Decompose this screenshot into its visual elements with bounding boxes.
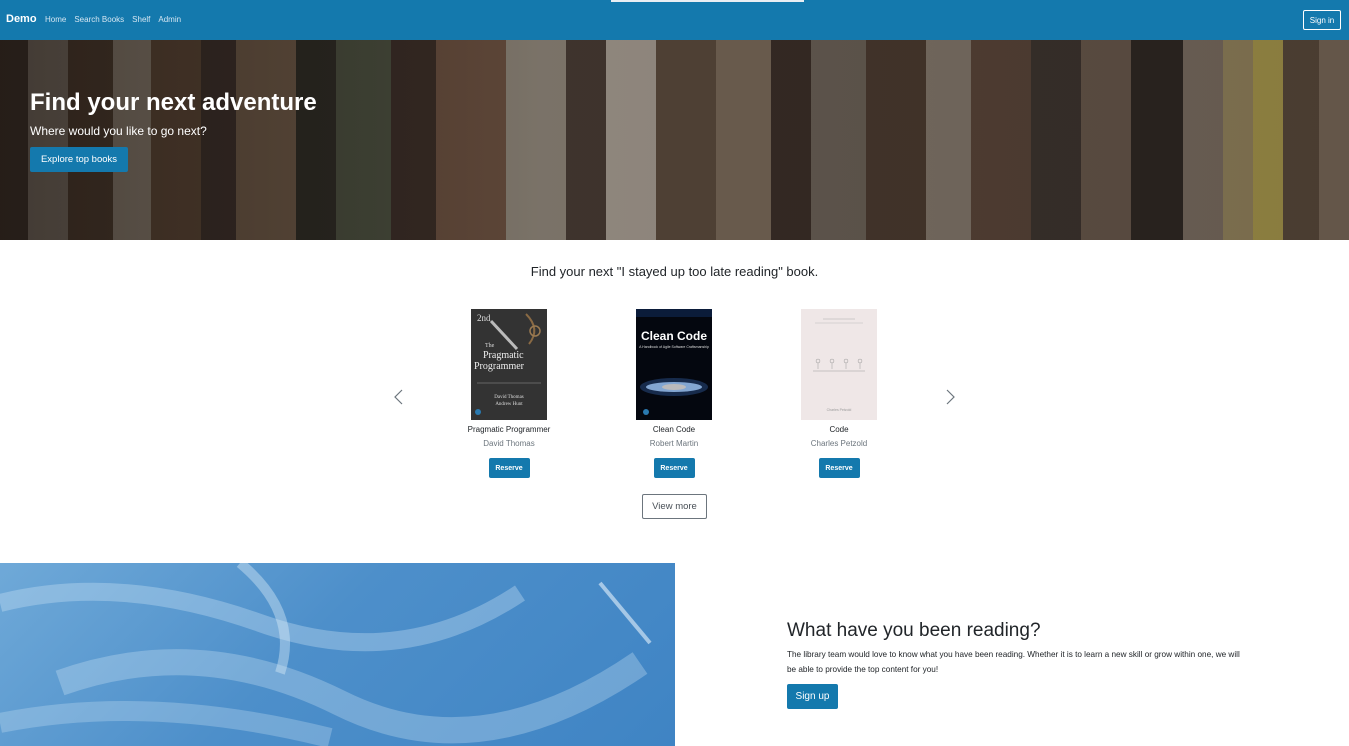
- cover-edition: 2nd: [477, 313, 491, 323]
- cta-title: What have you been reading?: [787, 620, 1041, 641]
- book-cover-image[interactable]: 2nd The Pragmatic Programmer David Thoma…: [471, 309, 547, 420]
- book-author: David Thomas: [483, 439, 535, 448]
- book-card: Charles Petzold Code Charles Petzold Res…: [779, 309, 899, 478]
- book-cover-image[interactable]: Charles Petzold: [801, 309, 877, 420]
- cover-title: Clean Code: [640, 329, 707, 343]
- sign-up-button[interactable]: Sign up: [787, 684, 838, 709]
- book-author: Charles Petzold: [810, 439, 868, 448]
- cover-author: Charles Petzold: [826, 408, 852, 412]
- nav-link-admin[interactable]: Admin: [158, 15, 181, 24]
- reserve-button[interactable]: Reserve: [653, 458, 695, 478]
- navbar: Demo Home Search Books Shelf Admin Sign …: [0, 0, 1349, 40]
- cover-subtitle: A Handbook of Agile Software Craftsmansh…: [639, 345, 709, 349]
- carousel-heading: Find your next "I stayed up too late rea…: [530, 264, 819, 279]
- explore-top-books-button[interactable]: Explore top books: [30, 147, 128, 172]
- hero-subtitle: Where would you like to go next?: [30, 124, 207, 138]
- carousel-prev-button[interactable]: [392, 388, 406, 406]
- cover-author-2: Andrew Hunt: [495, 402, 523, 407]
- sky-image: [0, 563, 675, 746]
- hero-banner: Find your next adventure Where would you…: [0, 40, 1349, 240]
- sky-clouds: [0, 563, 652, 746]
- book-title: Clean Code: [652, 425, 696, 434]
- chevron-right-icon: [946, 389, 955, 405]
- reserve-button[interactable]: Reserve: [818, 458, 860, 478]
- cover-title-line1: The: [485, 343, 495, 349]
- hero-overlay: [0, 40, 1349, 240]
- chevron-left-icon: [394, 389, 403, 405]
- page-load-progress: [611, 0, 804, 2]
- carousel-next-button[interactable]: [943, 388, 957, 406]
- cover-author-1: David Thomas: [494, 395, 524, 400]
- book-cover-image[interactable]: Clean Code A Handbook of Agile Software …: [636, 309, 712, 420]
- cta-description: The library team would love to know what…: [787, 650, 1240, 674]
- cover-title-line2: Pragmatic: [483, 350, 524, 361]
- cover-title-line3: Programmer: [474, 361, 524, 372]
- nav-links: Home Search Books Shelf Admin: [45, 15, 181, 24]
- nav-link-search-books[interactable]: Search Books: [74, 15, 124, 24]
- nav-link-shelf[interactable]: Shelf: [132, 15, 150, 24]
- book-card: 2nd The Pragmatic Programmer David Thoma…: [449, 309, 569, 478]
- view-more-button[interactable]: View more: [642, 494, 707, 519]
- book-title: Code: [829, 425, 849, 434]
- brand-logo[interactable]: Demo: [6, 13, 37, 25]
- code-cover-art: [801, 309, 877, 420]
- book-card: Clean Code A Handbook of Agile Software …: [614, 309, 734, 478]
- book-author: Robert Martin: [649, 439, 699, 448]
- hero-title: Find your next adventure: [30, 89, 317, 116]
- reserve-button[interactable]: Reserve: [488, 458, 530, 478]
- sign-in-button[interactable]: Sign in: [1303, 10, 1341, 30]
- clean-code-cover-art: [636, 309, 712, 420]
- book-title: Pragmatic Programmer: [467, 425, 551, 434]
- nav-link-home[interactable]: Home: [45, 15, 66, 24]
